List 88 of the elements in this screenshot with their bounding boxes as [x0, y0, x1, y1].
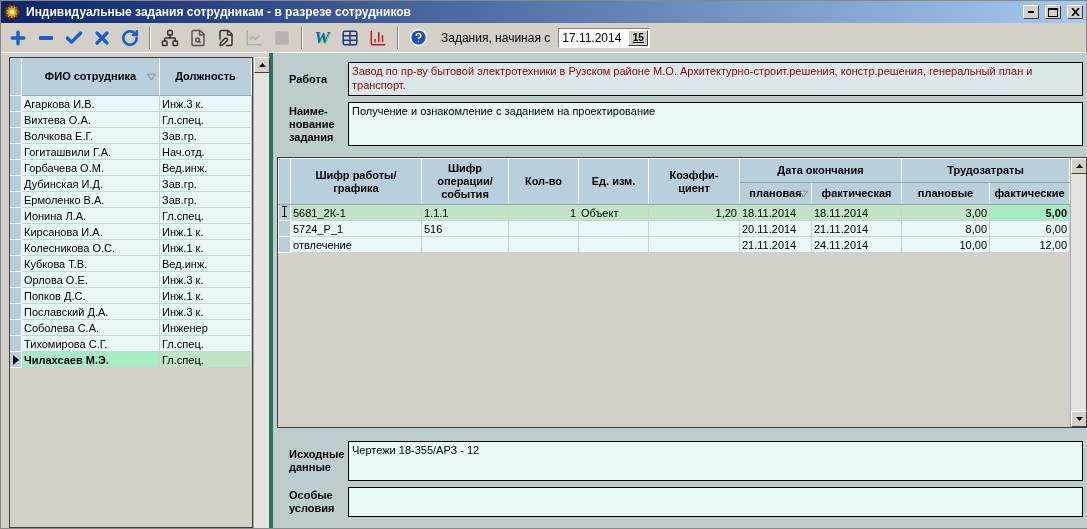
sort-icon[interactable]	[799, 190, 808, 197]
table-cell[interactable]: Ермоленко В.А.	[22, 192, 160, 208]
scroll-up-button[interactable]	[1071, 158, 1087, 174]
scrollbar[interactable]	[253, 57, 269, 528]
table-cell[interactable]: Тихомирова С.Г.	[22, 336, 160, 352]
field-label: Работа	[289, 71, 329, 87]
table-cell[interactable]: Зав.гр.	[160, 176, 252, 192]
work-field[interactable]: Завод по пр-ву бытовой электротехники в Рузском районе М.О. Архитектурно-строит.решения, констр.решения, генеральный план и транспорт.	[348, 62, 1084, 96]
table-cell[interactable]: Кубкова Т.В.	[22, 256, 160, 272]
close-button[interactable]	[1067, 5, 1083, 19]
column-header[interactable]: Кол-во	[508, 158, 579, 205]
up-arrow-icon	[1075, 164, 1083, 168]
bar-chart-icon	[369, 28, 387, 47]
column-group-header: Трудозатраты	[901, 158, 1070, 183]
table-cell[interactable]: Инженер	[160, 320, 252, 336]
field-label: Особые условия	[289, 488, 336, 516]
table-cell[interactable]: Попков Д.С.	[22, 288, 160, 304]
window-title: Индивидуальные задания сотрудникам - в разрезе сотрудников	[26, 5, 412, 19]
square-icon	[274, 29, 290, 46]
table-cell[interactable]: Вихтева О.А.	[22, 112, 160, 128]
table-cell[interactable]: Зав.гр.	[160, 192, 252, 208]
table-cell[interactable]: Инж.3 к.	[160, 96, 252, 112]
document-search-icon	[189, 28, 207, 47]
help-icon	[408, 28, 428, 47]
scroll-up-button[interactable]	[254, 57, 270, 73]
table-cell[interactable]: Инж.1 к.	[160, 240, 252, 256]
table-cell[interactable]: Чилахсаев М.Э.	[22, 352, 160, 368]
field-label: Наиме- нование задания	[289, 103, 336, 145]
minus-icon	[39, 35, 53, 40]
table-cell[interactable]: Вед.инж.	[160, 256, 252, 272]
table-cell[interactable]: Гл.спец.	[160, 208, 252, 224]
task-name-field[interactable]: Получение и ознакомление с заданием на проектирование	[348, 102, 1084, 146]
table-cell[interactable]: Гогиташвили Г.А.	[22, 144, 160, 160]
table-cell[interactable]: Инж.1 к.	[160, 224, 252, 240]
up-arrow-icon	[258, 63, 266, 67]
document-edit-icon	[217, 28, 235, 47]
table-cell[interactable]: Гл.спец.	[160, 352, 252, 368]
table-cell[interactable]: Волчкова Е.Г.	[22, 128, 160, 144]
special-conditions-field[interactable]	[348, 487, 1084, 517]
refresh-icon	[121, 28, 139, 47]
table-cell[interactable]: Инж.3 к.	[160, 272, 252, 288]
maximize-icon	[1048, 7, 1058, 17]
row-pointer-icon	[12, 354, 19, 365]
graph-icon	[245, 28, 263, 47]
column-header[interactable]: ФИО сотрудника	[22, 58, 160, 96]
table-cell[interactable]: Пославский Д.А.	[22, 304, 160, 320]
column-header[interactable]: Коэффи- циент	[648, 158, 740, 205]
tree-icon	[161, 28, 179, 47]
table-cell[interactable]: Инж.1 к.	[160, 288, 252, 304]
table-cell[interactable]: Горбачева О.М.	[22, 160, 160, 176]
table-cell[interactable]: Инж.3 к.	[160, 304, 252, 320]
table-cell[interactable]: Гл.спец.	[160, 112, 252, 128]
header-corner	[278, 158, 291, 205]
table-cell[interactable]: Агаркова И.В.	[22, 96, 160, 112]
text-cursor-icon	[282, 206, 287, 217]
column-header[interactable]: Ед. изм.	[578, 158, 649, 205]
gear-icon	[4, 4, 20, 20]
table-cell[interactable]: Ионина Л.А.	[22, 208, 160, 224]
column-header[interactable]: Шифр работы/ графика	[290, 158, 422, 205]
maximize-button[interactable]	[1045, 5, 1061, 19]
row-indicator[interactable]	[10, 352, 22, 368]
column-header[interactable]: Шифр операции/ события	[421, 158, 509, 205]
table-cell[interactable]: Орлова О.Е.	[22, 272, 160, 288]
date-value: 17.11.2014	[562, 30, 622, 45]
table-cell[interactable]: Нач.отд.	[160, 144, 252, 160]
minimize-button[interactable]	[1023, 5, 1039, 19]
date-label: Задания, начиная с	[441, 30, 551, 45]
header-corner	[10, 58, 22, 96]
column-group-header: Дата окончания	[739, 158, 902, 183]
table-cell[interactable]: Кирсанова И.А.	[22, 224, 160, 240]
close-icon	[1070, 8, 1080, 16]
scrollbar[interactable]	[1070, 158, 1087, 427]
toolbar-button[interactable]: W	[309, 25, 335, 50]
table-cell[interactable]: Соболева С.А.	[22, 320, 160, 336]
table-cell[interactable]: Вед.инж.	[160, 160, 252, 176]
table-cell[interactable]: Гл.спец.	[160, 336, 252, 352]
table-cell[interactable]: Дубинская И.Д.	[22, 176, 160, 192]
minimize-icon	[1028, 11, 1034, 13]
table-icon	[341, 28, 359, 47]
down-arrow-icon	[1075, 417, 1083, 421]
source-data-field[interactable]: Чертежи 18-355/АРЗ - 12	[348, 441, 1084, 481]
scroll-down-button[interactable]	[1071, 411, 1087, 427]
column-header[interactable]: Должность	[160, 58, 252, 96]
field-label: Исходные данные	[289, 447, 344, 475]
date-field[interactable]: 17.11.2014 15	[558, 27, 651, 48]
table-cell[interactable]: Колесникова О.С.	[22, 240, 160, 256]
calendar-button[interactable]: 15	[628, 29, 649, 46]
table-cell[interactable]: Зав.гр.	[160, 128, 252, 144]
